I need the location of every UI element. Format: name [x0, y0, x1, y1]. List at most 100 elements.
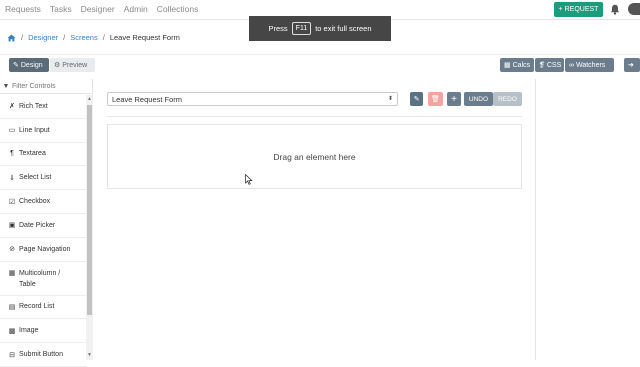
plus-icon: +	[558, 6, 563, 13]
control-label: Image	[19, 327, 39, 335]
filter-icon: ▼	[2, 82, 10, 90]
control-label: Checkbox	[19, 198, 51, 206]
record-list-icon: ▤	[8, 303, 16, 311]
sidebar-scrollbar[interactable]: ▲ ▼	[86, 95, 93, 360]
control-label: Date Picker	[19, 221, 56, 229]
preview-label: Preview	[62, 61, 88, 69]
design-button[interactable]: ✎ Design	[9, 58, 49, 72]
page-navigation-icon: ⊘	[9, 246, 15, 254]
control-checkbox[interactable]: ☑ Checkbox	[0, 190, 86, 214]
multicolumn-icon: ▦	[8, 269, 16, 277]
nav-admin[interactable]: Admin	[124, 4, 148, 14]
design-label: Design	[20, 61, 43, 69]
home-icon[interactable]	[7, 34, 16, 42]
designer-toolbar: ✎ Design ⚙ Preview ▦ Calcs ❡ CSS ∞ Watch…	[0, 54, 640, 74]
edit-page-button[interactable]: ✎	[410, 92, 423, 106]
control-image[interactable]: ▩ Image	[0, 319, 86, 344]
control-multicolumn[interactable]: ▦ Multicolumn / Table	[0, 262, 86, 296]
controls-list: ✗ Rich Text ▭ Line Input ¶ Textarea ⇓ Se…	[0, 95, 86, 367]
calcs-button[interactable]: ▦ Calcs	[500, 58, 534, 72]
checkbox-icon: ☑	[8, 198, 16, 206]
textarea-icon: ¶	[10, 150, 14, 158]
control-select-list[interactable]: ⇓ Select List	[0, 166, 86, 191]
toast-suffix: to exit full screen	[315, 24, 372, 33]
scroll-up-icon[interactable]: ▲	[87, 96, 92, 102]
drop-zone[interactable]: Drag an element here	[107, 124, 522, 189]
control-record-list[interactable]: ▤ Record List	[0, 296, 86, 320]
controls-sidebar: ▼ ✗ Rich Text ▭ Line Input ¶ Textarea ⇓ …	[0, 79, 93, 367]
inspector-divider	[535, 79, 536, 360]
date-picker-icon: ▣	[8, 222, 16, 230]
control-textarea[interactable]: ¶ Textarea	[0, 143, 86, 167]
control-rich-text[interactable]: ✗ Rich Text	[0, 95, 86, 119]
nav-tasks[interactable]: Tasks	[50, 4, 72, 14]
canvas-divider	[107, 116, 522, 117]
redo-label: REDO	[498, 95, 517, 103]
nav-requests[interactable]: Requests	[5, 4, 41, 14]
watchers-button[interactable]: ∞ Watchers	[565, 58, 614, 72]
control-label: Multicolumn / Table	[19, 269, 61, 288]
toast-key: F11	[291, 22, 312, 35]
plus-icon: +	[451, 93, 457, 105]
control-label: Rich Text	[19, 102, 48, 110]
control-page-navigation[interactable]: ⊘ Page Navigation	[0, 238, 86, 262]
preview-button[interactable]: ⚙ Preview	[50, 58, 95, 72]
undo-button[interactable]: UNDO	[464, 92, 493, 106]
undo-label: UNDO	[468, 95, 489, 103]
new-request-button[interactable]: + REQUEST	[554, 2, 603, 17]
export-icon: ➜	[628, 62, 634, 69]
control-label: Line Input	[19, 126, 50, 134]
control-label: Submit Button	[19, 351, 63, 359]
control-label: Record List	[19, 303, 55, 311]
bell-icon[interactable]	[610, 4, 620, 15]
drop-zone-label: Drag an element here	[273, 151, 356, 162]
design-canvas: Leave Request Form ⬍ ✎ 🗑 + UNDO REDO Dra…	[93, 79, 535, 360]
breadcrumb: / Designer / Screens / Leave Request For…	[7, 33, 180, 42]
breadcrumb-separator: /	[102, 33, 105, 42]
control-line-input[interactable]: ▭ Line Input	[0, 119, 86, 143]
add-page-button[interactable]: +	[447, 92, 461, 106]
filter-controls-input[interactable]	[12, 82, 84, 90]
mouse-cursor-icon	[245, 174, 253, 185]
control-submit-button[interactable]: ⊟ Submit Button	[0, 343, 86, 367]
control-label: Select List	[19, 174, 52, 182]
nav-collections[interactable]: Collections	[157, 4, 199, 14]
watchers-label: Watchers	[576, 61, 606, 69]
image-icon: ▩	[8, 327, 16, 335]
rich-text-icon: ✗	[9, 103, 15, 111]
select-list-icon: ⇓	[9, 174, 15, 182]
css-icon: ❡	[539, 62, 545, 69]
trash-icon: 🗑	[431, 96, 440, 103]
delete-page-button[interactable]: 🗑	[428, 92, 443, 106]
css-button[interactable]: ❡ CSS	[535, 58, 564, 72]
user-avatar-icon[interactable]	[628, 3, 640, 15]
calcs-label: Calcs	[512, 61, 531, 69]
toast-prefix: Press	[268, 24, 288, 33]
breadcrumb-separator: /	[21, 33, 24, 42]
scrollbar-thumb[interactable]	[87, 105, 92, 315]
select-caret-icon: ⬍	[387, 96, 393, 102]
new-request-label: REQUEST	[564, 6, 599, 13]
calculator-icon: ▦	[504, 62, 511, 69]
redo-button[interactable]: REDO	[493, 92, 522, 106]
control-label: Textarea	[19, 150, 46, 158]
edit-icon: ✎	[413, 96, 420, 103]
breadcrumb-screens[interactable]: Screens	[70, 33, 98, 42]
breadcrumb-designer[interactable]: Designer	[28, 33, 58, 42]
form-page-select-value: Leave Request Form	[112, 94, 183, 104]
breadcrumb-current: Leave Request Form	[109, 33, 180, 42]
fullscreen-toast: Press F11 to exit full screen	[249, 16, 391, 41]
nav-links: Requests Tasks Designer Admin Collection…	[5, 4, 198, 14]
submit-button-icon: ⊟	[9, 351, 15, 359]
scroll-down-icon[interactable]: ▼	[87, 352, 92, 358]
line-input-icon: ▭	[8, 127, 16, 135]
filter-controls: ▼	[0, 79, 93, 94]
export-button[interactable]: ➜	[624, 58, 640, 72]
control-date-picker[interactable]: ▣ Date Picker	[0, 214, 86, 238]
breadcrumb-separator: /	[63, 33, 66, 42]
form-page-select[interactable]: Leave Request Form ⬍	[107, 92, 398, 106]
design-icon: ✎	[13, 62, 19, 69]
control-label: Page Navigation	[19, 245, 71, 253]
nav-designer[interactable]: Designer	[81, 4, 115, 14]
css-label: CSS	[546, 61, 562, 69]
